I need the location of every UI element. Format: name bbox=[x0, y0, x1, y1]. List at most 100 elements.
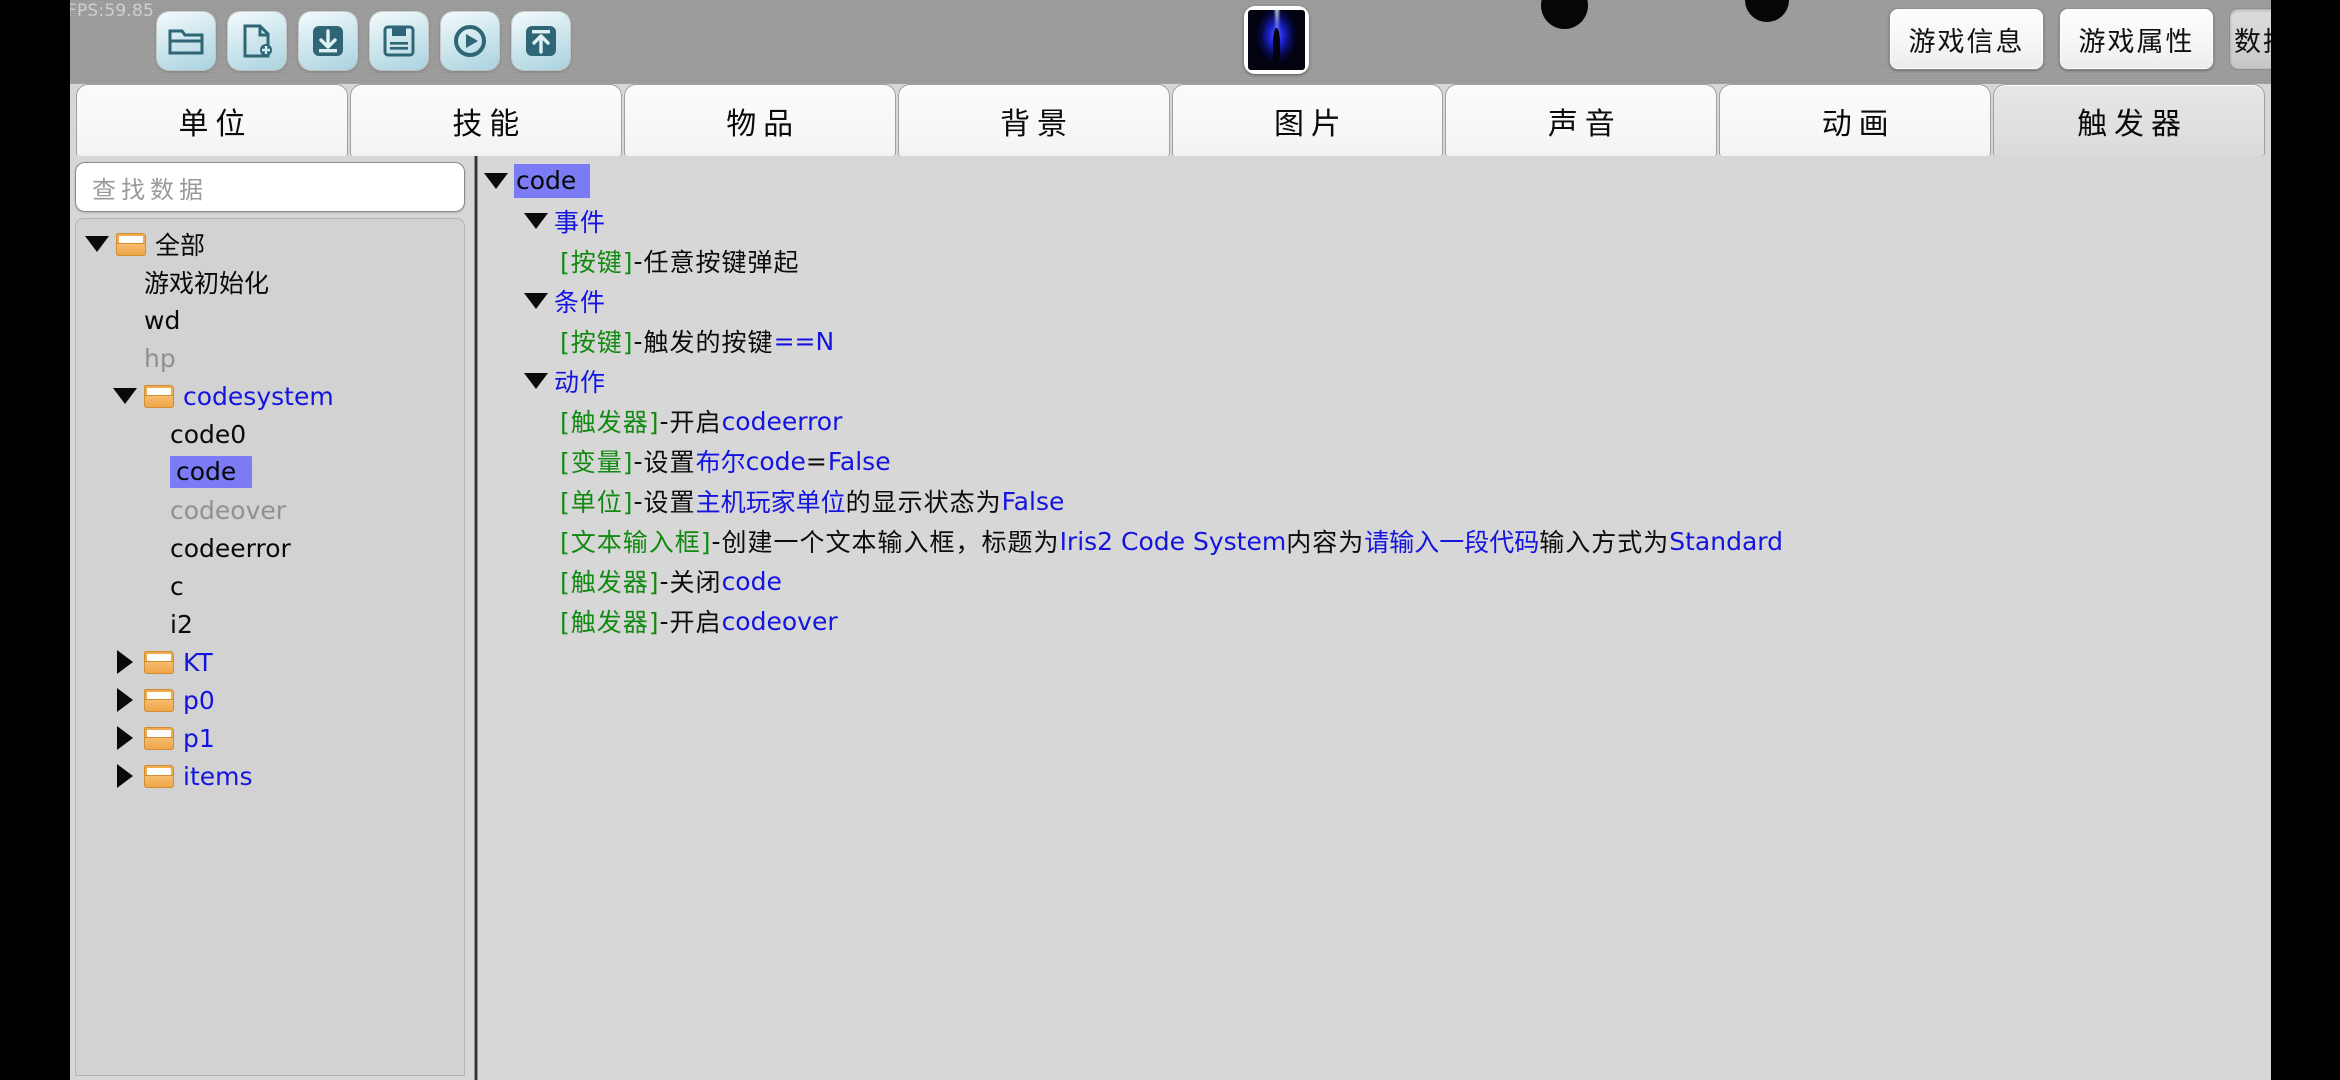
chevron-right-icon[interactable] bbox=[112, 688, 138, 712]
data-editor-button[interactable]: 数据编辑器 bbox=[2229, 8, 2271, 70]
tab-4[interactable]: 图片 bbox=[1171, 84, 1444, 156]
statement-segment-val: 请输入一段代码 bbox=[1364, 528, 1540, 557]
game-thumbnail[interactable] bbox=[1244, 6, 1309, 74]
tree-item-hp[interactable]: hp bbox=[76, 339, 464, 377]
game-properties-button[interactable]: 游戏属性 bbox=[2059, 8, 2214, 70]
chevron-down-icon[interactable] bbox=[112, 388, 138, 404]
statement-segment-val: Iris2 Code System bbox=[1059, 526, 1287, 556]
trigger-statement[interactable]: [触发器] - 开启 codeover bbox=[480, 601, 2271, 641]
trigger-title-row[interactable]: code bbox=[480, 161, 2271, 201]
tab-label: 触发器 bbox=[2077, 106, 2189, 142]
data-tree[interactable]: 全部游戏初始化 wd hp codesystem code0 code codeover co… bbox=[75, 218, 465, 1076]
chevron-down-icon[interactable] bbox=[522, 373, 550, 389]
trigger-title: code bbox=[514, 164, 591, 198]
tab-bar: 单位 技能 物品 背景 图片 声音 动画 触发器 bbox=[70, 84, 2271, 156]
tab-label: 背景 bbox=[1000, 106, 1075, 142]
chevron-down-icon[interactable] bbox=[522, 213, 550, 229]
folder-icon bbox=[144, 688, 174, 712]
tab-1[interactable]: 技能 bbox=[349, 84, 622, 156]
tree-item-label: KT bbox=[183, 647, 213, 677]
statement-segment-tag: [按键] bbox=[560, 328, 634, 357]
chevron-down-icon[interactable] bbox=[482, 173, 510, 189]
tree-item-codeover[interactable]: codeover bbox=[76, 491, 464, 529]
camera-notch-right bbox=[1745, 0, 1789, 22]
toolbar: 游戏信息 游戏属性 数据编辑器 bbox=[70, 0, 2271, 84]
trigger-section-label: 事件 bbox=[554, 208, 607, 237]
export-button[interactable] bbox=[512, 12, 570, 70]
tab-label: 声音 bbox=[1547, 106, 1622, 142]
tree-item-label: codesystem bbox=[183, 381, 334, 411]
trigger-statement[interactable]: [变量] - 设置 布尔 code = False bbox=[480, 441, 2271, 481]
trigger-section-2[interactable]: 动作 bbox=[480, 361, 2271, 401]
tree-item-wd[interactable]: wd bbox=[76, 301, 464, 339]
statement-segment-plain: 关闭 bbox=[669, 568, 722, 597]
tab-label: 动画 bbox=[1821, 106, 1896, 142]
editor-content: 查找数据 全部 游戏初始化 wd hp codesystem code0 code codeo… bbox=[70, 156, 2271, 1080]
statement-segment-plain: 设置 bbox=[643, 488, 696, 517]
statement-segment-val: False bbox=[1001, 486, 1065, 516]
statement-segment-plain: - bbox=[659, 566, 670, 596]
folder-icon bbox=[144, 726, 174, 750]
trigger-statement[interactable]: [按键] - 任意按键弹起 bbox=[480, 241, 2271, 281]
chevron-right-icon[interactable] bbox=[112, 764, 138, 788]
search-input[interactable]: 查找数据 bbox=[75, 162, 465, 212]
tree-item-label: p0 bbox=[183, 685, 215, 715]
statement-segment-val: 布尔 bbox=[695, 448, 746, 477]
upload-icon bbox=[524, 24, 558, 58]
trigger-editor[interactable]: code 事件 [按键] - 任意按键弹起 条件 [按键] - 触发的按键 == N 动作… bbox=[480, 156, 2271, 1080]
tree-item-c[interactable]: c bbox=[76, 567, 464, 605]
run-game-button[interactable] bbox=[441, 12, 499, 70]
tree-item-items[interactable]: items bbox=[76, 757, 464, 795]
chevron-right-icon[interactable] bbox=[112, 726, 138, 750]
tree-item-code[interactable]: code bbox=[76, 453, 464, 491]
tab-0[interactable]: 单位 bbox=[76, 84, 348, 156]
tree-item-label: 全部 bbox=[155, 231, 206, 260]
statement-segment-val: Standard bbox=[1669, 526, 1783, 556]
tree-item-label: p1 bbox=[183, 723, 215, 753]
chevron-down-icon[interactable] bbox=[84, 236, 110, 252]
tab-7[interactable]: 触发器 bbox=[1993, 84, 2265, 156]
import-button[interactable] bbox=[299, 12, 357, 70]
panel-divider[interactable] bbox=[474, 156, 478, 1080]
statement-segment-plain: 设置 bbox=[643, 448, 696, 477]
tab-5[interactable]: 声音 bbox=[1445, 84, 1718, 156]
trigger-statement[interactable]: [触发器] - 关闭 code bbox=[480, 561, 2271, 601]
statement-segment-val: 主机玩家单位 bbox=[695, 488, 846, 517]
trigger-section-0[interactable]: 事件 bbox=[480, 201, 2271, 241]
tree-item-p1[interactable]: p1 bbox=[76, 719, 464, 757]
trigger-statement[interactable]: [单位] - 设置 主机玩家单位 的显示状态为 False bbox=[480, 481, 2271, 521]
statement-segment-plain: - bbox=[711, 526, 722, 556]
open-project-button[interactable] bbox=[157, 12, 215, 70]
trigger-statement[interactable]: [按键] - 触发的按键 == N bbox=[480, 321, 2271, 361]
tab-2[interactable]: 物品 bbox=[623, 84, 896, 156]
tree-item-code0[interactable]: code0 bbox=[76, 415, 464, 453]
trigger-statement[interactable]: [文本输入框] - 创建一个文本输入框，标题为 Iris2 Code Syste… bbox=[480, 521, 2271, 561]
tree-item-codesystem[interactable]: codesystem bbox=[76, 377, 464, 415]
trigger-statement[interactable]: [触发器] - 开启 codeerror bbox=[480, 401, 2271, 441]
statement-segment-val: == bbox=[773, 326, 816, 356]
folder-icon bbox=[144, 384, 174, 408]
tree-item-i2[interactable]: i2 bbox=[76, 605, 464, 643]
trigger-section-1[interactable]: 条件 bbox=[480, 281, 2271, 321]
game-thumbnail-image bbox=[1248, 10, 1305, 70]
tab-label: 物品 bbox=[726, 106, 801, 142]
statement-segment-val: False bbox=[827, 446, 891, 476]
folder-icon bbox=[144, 650, 174, 674]
tree-item-kt[interactable]: KT bbox=[76, 643, 464, 681]
tab-6[interactable]: 动画 bbox=[1719, 84, 1992, 156]
statement-segment-plain: - bbox=[633, 446, 644, 476]
tree-item--[interactable]: 全部 bbox=[76, 225, 464, 263]
statement-segment-val: codeover bbox=[721, 606, 838, 636]
game-info-button[interactable]: 游戏信息 bbox=[1889, 8, 2044, 70]
tree-item-codeerror[interactable]: codeerror bbox=[76, 529, 464, 567]
chevron-down-icon[interactable] bbox=[522, 293, 550, 309]
tree-item-label: hp bbox=[144, 343, 176, 373]
tab-label: 图片 bbox=[1273, 106, 1348, 142]
save-project-button[interactable] bbox=[370, 12, 428, 70]
chevron-right-icon[interactable] bbox=[112, 650, 138, 674]
tree-item--[interactable]: 游戏初始化 bbox=[76, 263, 464, 301]
new-project-button[interactable] bbox=[228, 12, 286, 70]
statement-segment-plain: = bbox=[805, 446, 828, 476]
tree-item-p0[interactable]: p0 bbox=[76, 681, 464, 719]
tab-3[interactable]: 背景 bbox=[897, 84, 1170, 156]
